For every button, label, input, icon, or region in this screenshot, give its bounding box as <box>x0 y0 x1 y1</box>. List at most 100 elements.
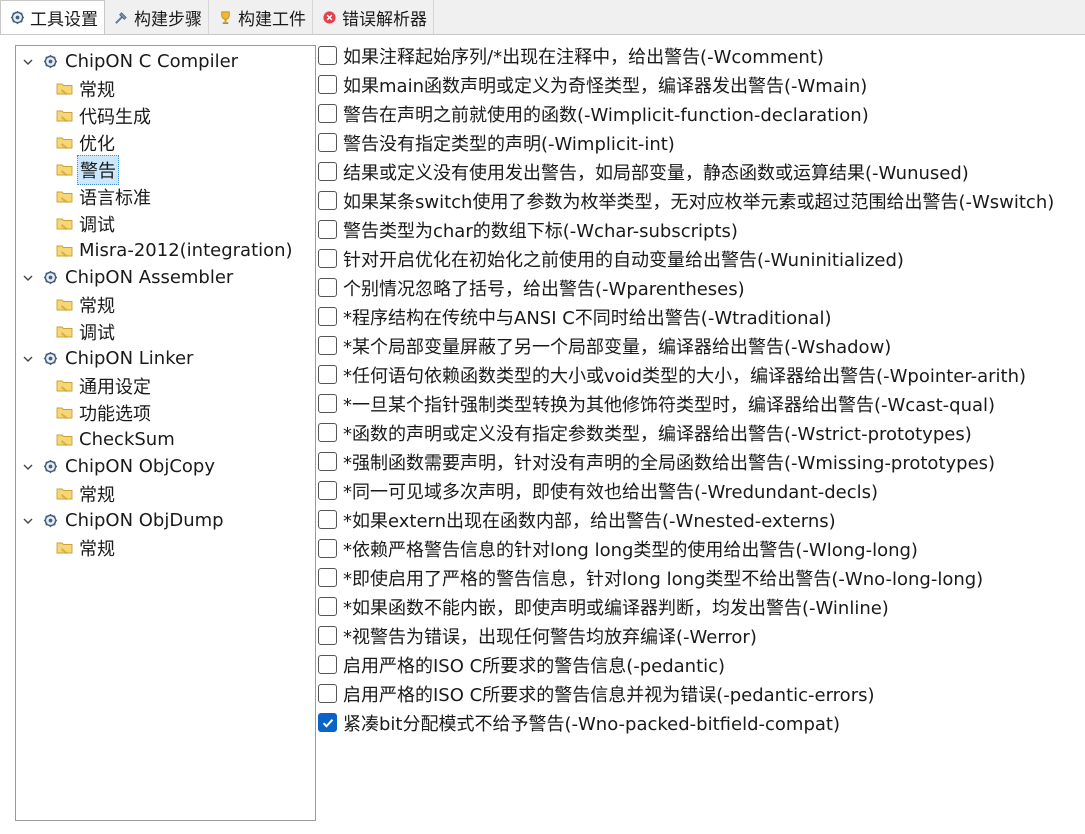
warning-option[interactable]: *视警告为错误，出现任何警告均放弃编译(-Werror) <box>318 622 757 649</box>
tree-tool-node[interactable]: ChipON Assembler <box>20 264 235 291</box>
expand-toggle[interactable] <box>20 351 36 367</box>
warning-option[interactable]: *某个局部变量屏蔽了另一个局部变量，编译器给出警告(-Wshadow) <box>318 332 891 359</box>
warning-option[interactable]: 如果某条switch使用了参数为枚举类型，无对应枚举元素或超过范围给出警告(-W… <box>318 187 1054 214</box>
tree-category-node[interactable]: 优化 <box>56 129 117 156</box>
option-checkbox[interactable] <box>318 104 337 123</box>
option-checkbox[interactable] <box>318 365 337 384</box>
option-checkbox[interactable] <box>318 336 337 355</box>
option-checkbox[interactable] <box>318 452 337 471</box>
tree-tool-node[interactable]: ChipON Linker <box>20 345 195 372</box>
option-label: 如果某条switch使用了参数为枚举类型，无对应枚举元素或超过范围给出警告(-W… <box>343 191 1055 213</box>
warning-option[interactable]: 启用严格的ISO C所要求的警告信息并视为错误(-pedantic-errors… <box>318 680 875 707</box>
warning-option[interactable]: 针对开启优化在初始化之前使用的自动变量给出警告(-Wuninitialized) <box>318 245 904 272</box>
option-checkbox[interactable] <box>318 655 337 674</box>
option-checkbox[interactable] <box>318 46 337 65</box>
option-checkbox[interactable] <box>318 597 337 616</box>
option-checkbox[interactable] <box>318 220 337 239</box>
gear-icon <box>43 54 58 69</box>
tool-tree[interactable]: ChipON C Compiler 常规 代码生成 优化 警告 语言标准 调试 Misra-2… <box>15 45 316 821</box>
option-checkbox[interactable] <box>318 249 337 268</box>
warning-option[interactable]: *一旦某个指针强制类型转换为其他修饰符类型时，编译器给出警告(-Wcast-qu… <box>318 390 995 417</box>
option-checkbox[interactable] <box>318 423 337 442</box>
warning-option[interactable]: *程序结构在传统中与ANSI C不同时给出警告(-Wtraditional) <box>318 303 832 330</box>
gear-icon <box>43 513 58 528</box>
tree-category-node[interactable]: 代码生成 <box>56 102 153 129</box>
warning-option[interactable]: 启用严格的ISO C所要求的警告信息(-pedantic) <box>318 651 725 678</box>
warning-option[interactable]: *如果extern出现在函数内部，给出警告(-Wnested-externs) <box>318 506 836 533</box>
folder-icon <box>56 216 73 231</box>
tree-category-node[interactable]: 常规 <box>56 534 117 561</box>
tree-node-label: ChipON ObjDump <box>65 510 224 531</box>
option-checkbox[interactable] <box>318 684 337 703</box>
expand-toggle[interactable] <box>20 513 36 529</box>
option-label: *同一可见域多次声明，即使有效也给出警告(-Wredundant-decls) <box>343 481 879 503</box>
tree-category-node[interactable]: CheckSum <box>56 426 177 453</box>
warning-option[interactable]: *即使启用了严格的警告信息，针对long long类型不给出警告(-Wno-lo… <box>318 564 983 591</box>
option-label: *函数的声明或定义没有指定参数类型，编译器给出警告(-Wstrict-proto… <box>343 423 972 445</box>
tree-category-node[interactable]: 调试 <box>56 210 117 237</box>
folder-icon <box>56 432 73 447</box>
option-checkbox[interactable] <box>318 713 337 732</box>
tree-category-node[interactable]: 功能选项 <box>56 399 153 426</box>
tree-node-label: ChipON C Compiler <box>65 51 239 72</box>
warning-option[interactable]: *依赖严格警告信息的针对long long类型的使用给出警告(-Wlong-lo… <box>318 535 918 562</box>
warning-option[interactable]: 结果或定义没有使用发出警告，如局部变量，静态函数或运算结果(-Wunused) <box>318 158 969 185</box>
tree-category-node[interactable]: 调试 <box>56 318 117 345</box>
warning-option[interactable]: *如果函数不能内嵌，即使声明或编译器判断，均发出警告(-Winline) <box>318 593 889 620</box>
option-checkbox[interactable] <box>318 481 337 500</box>
tree-category-node[interactable]: 警告 <box>56 154 119 185</box>
folder-icon <box>56 378 73 393</box>
warning-option[interactable]: *函数的声明或定义没有指定参数类型，编译器给出警告(-Wstrict-proto… <box>318 419 972 446</box>
tree-category-node[interactable]: Misra-2012(integration) <box>56 237 295 264</box>
option-checkbox[interactable] <box>318 307 337 326</box>
chevron-down-icon <box>22 461 34 473</box>
expand-toggle[interactable] <box>20 54 36 70</box>
tree-category-node[interactable]: 语言标准 <box>56 183 153 210</box>
warning-option[interactable]: *强制函数需要声明，针对没有声明的全局函数给出警告(-Wmissing-prot… <box>318 448 995 475</box>
option-checkbox[interactable] <box>318 394 337 413</box>
tree-tool-node[interactable]: ChipON ObjCopy <box>20 453 217 480</box>
option-checkbox[interactable] <box>318 568 337 587</box>
option-checkbox[interactable] <box>318 510 337 529</box>
option-label: 启用严格的ISO C所要求的警告信息(-pedantic) <box>343 655 726 677</box>
tree-node-label: 调试 <box>79 322 115 344</box>
tree-node-label: 通用设定 <box>79 376 151 398</box>
warning-option[interactable]: *同一可见域多次声明，即使有效也给出警告(-Wredundant-decls) <box>318 477 878 504</box>
option-checkbox[interactable] <box>318 133 337 152</box>
tab-label: 构建工件 <box>238 9 306 30</box>
chevron-down-icon <box>22 353 34 365</box>
tree-category-node[interactable]: 常规 <box>56 75 117 102</box>
warning-option[interactable]: 警告在声明之前就使用的函数(-Wimplicit-function-declar… <box>318 100 869 127</box>
warning-option[interactable]: 如果注释起始序列/*出现在注释中，给出警告(-Wcomment) <box>318 42 824 69</box>
warning-option[interactable]: 警告类型为char的数组下标(-Wchar-subscripts) <box>318 216 738 243</box>
option-checkbox[interactable] <box>318 539 337 558</box>
tree-category-node[interactable]: 常规 <box>56 480 117 507</box>
option-checkbox[interactable] <box>318 278 337 297</box>
folder-icon <box>56 297 73 312</box>
tree-tool-node[interactable]: ChipON C Compiler <box>20 48 240 75</box>
option-checkbox[interactable] <box>318 75 337 94</box>
tab-3[interactable]: 构建工件 <box>209 0 313 34</box>
warning-option[interactable]: 个别情况忽略了括号，给出警告(-Wparentheses) <box>318 274 745 301</box>
tree-category-node[interactable]: 常规 <box>56 291 117 318</box>
option-checkbox[interactable] <box>318 162 337 181</box>
tree-node-label: 警告 <box>77 154 119 185</box>
tab-4[interactable]: 错误解析器 <box>313 0 434 34</box>
warning-option[interactable]: 如果main函数声明或定义为奇怪类型，编译器发出警告(-Wmain) <box>318 71 867 98</box>
expand-toggle[interactable] <box>20 459 36 475</box>
tree-category-node[interactable]: 通用设定 <box>56 372 153 399</box>
tab-1[interactable]: 工具设置 <box>0 0 105 34</box>
warning-option[interactable]: 紧凑bit分配模式不给予警告(-Wno-packed-bitfield-comp… <box>318 709 840 736</box>
option-checkbox[interactable] <box>318 191 337 210</box>
warning-option[interactable]: *任何语句依赖函数类型的大小或void类型的大小，编译器给出警告(-Wpoint… <box>318 361 1026 388</box>
option-label: 启用严格的ISO C所要求的警告信息并视为错误(-pedantic-errors… <box>343 684 875 706</box>
option-label: *如果extern出现在函数内部，给出警告(-Wnested-externs) <box>343 510 836 532</box>
option-label: *视警告为错误，出现任何警告均放弃编译(-Werror) <box>343 626 757 648</box>
option-checkbox[interactable] <box>318 626 337 645</box>
tree-tool-node[interactable]: ChipON ObjDump <box>20 507 226 534</box>
tab-2[interactable]: 构建步骤 <box>105 0 209 34</box>
option-label: *一旦某个指针强制类型转换为其他修饰符类型时，编译器给出警告(-Wcast-qu… <box>343 394 996 416</box>
option-label: 警告类型为char的数组下标(-Wchar-subscripts) <box>343 220 738 242</box>
warning-option[interactable]: 警告没有指定类型的声明(-Wimplicit-int) <box>318 129 675 156</box>
expand-toggle[interactable] <box>20 270 36 286</box>
